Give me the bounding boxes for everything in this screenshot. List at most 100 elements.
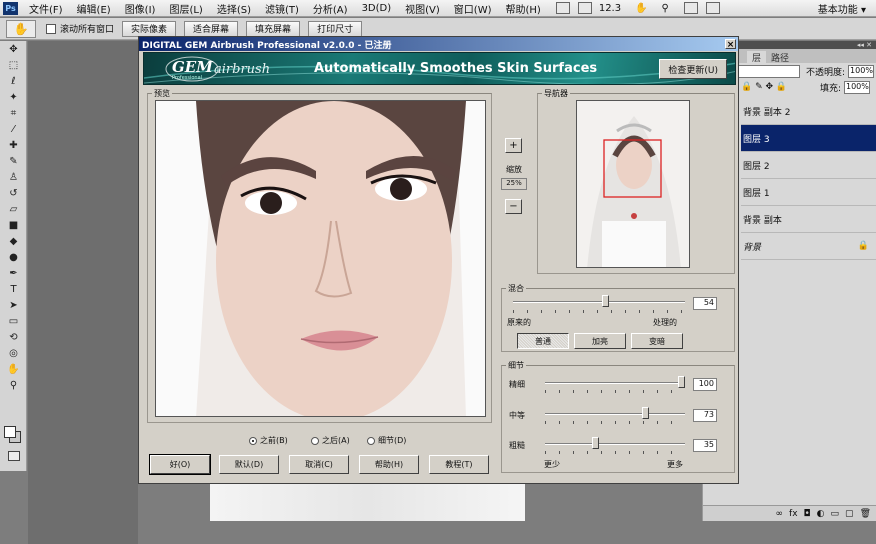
mode-normal-button[interactable]: 普通	[517, 333, 569, 349]
detail-medium-slider-thumb[interactable]	[642, 407, 650, 419]
eraser-tool-icon[interactable]: ▱	[0, 201, 27, 217]
close-icon[interactable]: ×	[725, 39, 736, 50]
detail-label: 细节	[506, 360, 526, 371]
menu-analysis[interactable]: 分析(A)	[306, 1, 355, 16]
layer-item[interactable]: 背景 🔒	[741, 233, 876, 260]
fit-screen-button[interactable]: 适合屏幕	[184, 20, 239, 37]
menu-view[interactable]: 视图(V)	[398, 1, 447, 16]
navigator-thumbnail[interactable]	[576, 100, 690, 268]
menu-edit[interactable]: 编辑(E)	[70, 1, 118, 16]
hand-tool-icon[interactable]: ✋	[0, 361, 27, 377]
menu-select[interactable]: 选择(S)	[210, 1, 258, 16]
magic-wand-tool-icon[interactable]: ✦	[0, 89, 27, 105]
arrange-documents-icon[interactable]	[683, 2, 698, 14]
history-brush-tool-icon[interactable]: ↺	[0, 185, 27, 201]
zoom-tool-icon[interactable]: ⚲	[655, 3, 676, 14]
link-layers-icon[interactable]: ∞	[776, 509, 784, 519]
print-size-button[interactable]: 打印尺寸	[308, 20, 363, 37]
mode-lighten-button[interactable]: 加亮	[574, 333, 626, 349]
zoom-level[interactable]: 12.3	[592, 3, 628, 14]
screen-mode-icon[interactable]	[705, 2, 720, 14]
menu-3d[interactable]: 3D(D)	[355, 3, 399, 14]
3d-orbit-tool-icon[interactable]: ◎	[0, 345, 27, 361]
layer-item[interactable]: 图层 1	[741, 179, 876, 206]
detail-medium-slider-track[interactable]	[545, 413, 685, 415]
group-icon[interactable]: ▭	[831, 509, 840, 519]
radio-before[interactable]: 之前(B)	[249, 435, 288, 446]
menu-window[interactable]: 窗口(W)	[447, 1, 499, 16]
blend-value[interactable]: 54	[693, 297, 717, 310]
3d-rotate-tool-icon[interactable]: ⟲	[0, 329, 27, 345]
blend-slider-thumb[interactable]	[602, 295, 610, 307]
adjustment-layer-icon[interactable]: ◐	[817, 509, 825, 519]
marquee-tool-icon[interactable]: ⬚	[0, 57, 27, 73]
blur-tool-icon[interactable]: ◆	[0, 233, 27, 249]
detail-coarse-slider-thumb[interactable]	[591, 437, 599, 449]
pen-tool-icon[interactable]: ✒	[0, 265, 27, 281]
eyedropper-tool-icon[interactable]: ⁄	[0, 121, 27, 137]
delete-layer-icon[interactable]: 🗑	[860, 509, 871, 519]
layer-item[interactable]: 背景 副本	[741, 206, 876, 233]
menu-filter[interactable]: 滤镜(T)	[258, 1, 306, 16]
layer-item-selected[interactable]: 图层 3	[741, 125, 876, 152]
radio-after[interactable]: 之后(A)	[311, 435, 350, 446]
ok-button[interactable]: 好(O)	[149, 454, 211, 475]
menu-help[interactable]: 帮助(H)	[499, 1, 548, 16]
brush-tool-icon[interactable]: ✎	[0, 153, 27, 169]
quick-mask-icon[interactable]	[8, 451, 20, 461]
detail-fine-value[interactable]: 100	[693, 378, 717, 391]
crop-tool-icon[interactable]: ⌗	[0, 105, 27, 121]
healing-brush-tool-icon[interactable]: ✚	[0, 137, 27, 153]
radio-dot	[249, 436, 257, 445]
shape-tool-icon[interactable]: ▭	[0, 313, 27, 329]
mode-darken-button[interactable]: 变暗	[631, 333, 683, 349]
layer-item[interactable]: 背景 副本 2	[741, 98, 876, 125]
radio-detail[interactable]: 细节(D)	[367, 435, 406, 446]
default-button[interactable]: 默认(D)	[219, 455, 279, 474]
type-tool-icon[interactable]: T	[0, 281, 27, 297]
tool-preset-picker[interactable]: ✋	[6, 19, 36, 38]
path-selection-tool-icon[interactable]: ➤	[0, 297, 27, 313]
zoom-tool-icon[interactable]: ⚲	[0, 377, 27, 393]
detail-fine-slider-track[interactable]	[545, 382, 685, 384]
zoom-in-button[interactable]: +	[505, 138, 522, 153]
detail-coarse-slider-track[interactable]	[545, 443, 685, 445]
layer-item[interactable]: 图层 2	[741, 152, 876, 179]
detail-fine-slider-thumb[interactable]	[678, 376, 685, 388]
tutorial-button[interactable]: 教程(T)	[429, 455, 489, 474]
preview-image[interactable]	[155, 100, 486, 417]
dodge-tool-icon[interactable]: ●	[0, 249, 27, 265]
dialog-titlebar[interactable]: DIGITAL GEM Airbrush Professional v2.0.0…	[139, 37, 738, 51]
gradient-tool-icon[interactable]: ■	[0, 217, 27, 233]
document-canvas-area	[28, 41, 138, 544]
check-updates-button[interactable]: 检查更新(U)	[659, 59, 727, 79]
detail-medium-value[interactable]: 73	[693, 409, 717, 422]
clone-stamp-tool-icon[interactable]: ♙	[0, 169, 27, 185]
help-button[interactable]: 帮助(H)	[359, 455, 419, 474]
tab-paths[interactable]: 路径	[766, 51, 794, 64]
tab-layers[interactable]: 层	[747, 51, 767, 64]
opacity-field[interactable]: 100%	[848, 64, 875, 78]
menu-image[interactable]: 图像(I)	[118, 1, 163, 16]
cancel-button[interactable]: 取消(C)	[289, 455, 349, 474]
foreground-color-swatch[interactable]	[4, 426, 16, 438]
menu-layer[interactable]: 图层(L)	[162, 1, 209, 16]
bridge-icon[interactable]	[555, 2, 570, 14]
lasso-tool-icon[interactable]: ℓ	[0, 73, 27, 89]
new-layer-icon[interactable]: ▢	[845, 509, 854, 519]
layer-style-icon[interactable]: fx	[789, 509, 798, 519]
fill-screen-button[interactable]: 填充屏幕	[246, 20, 301, 37]
fill-field[interactable]: 100%	[844, 80, 870, 94]
hand-tool-icon[interactable]: ✋	[628, 3, 654, 14]
view-extras-icon[interactable]	[577, 2, 592, 14]
detail-coarse-value[interactable]: 35	[693, 439, 717, 452]
zoom-out-button[interactable]: −	[505, 199, 522, 214]
blend-slider-track[interactable]	[513, 301, 685, 303]
actual-pixels-button[interactable]: 实际像素	[122, 20, 177, 37]
layer-mask-icon[interactable]: ◘	[804, 509, 811, 519]
lock-icons[interactable]: 🔒 ✎ ✥ 🔒	[741, 82, 787, 92]
menu-file[interactable]: 文件(F)	[22, 1, 70, 16]
scroll-all-windows-checkbox[interactable]	[46, 23, 56, 34]
move-tool-icon[interactable]: ✥	[0, 41, 27, 57]
workspace-switcher[interactable]: 基本功能 ▾	[818, 1, 876, 16]
